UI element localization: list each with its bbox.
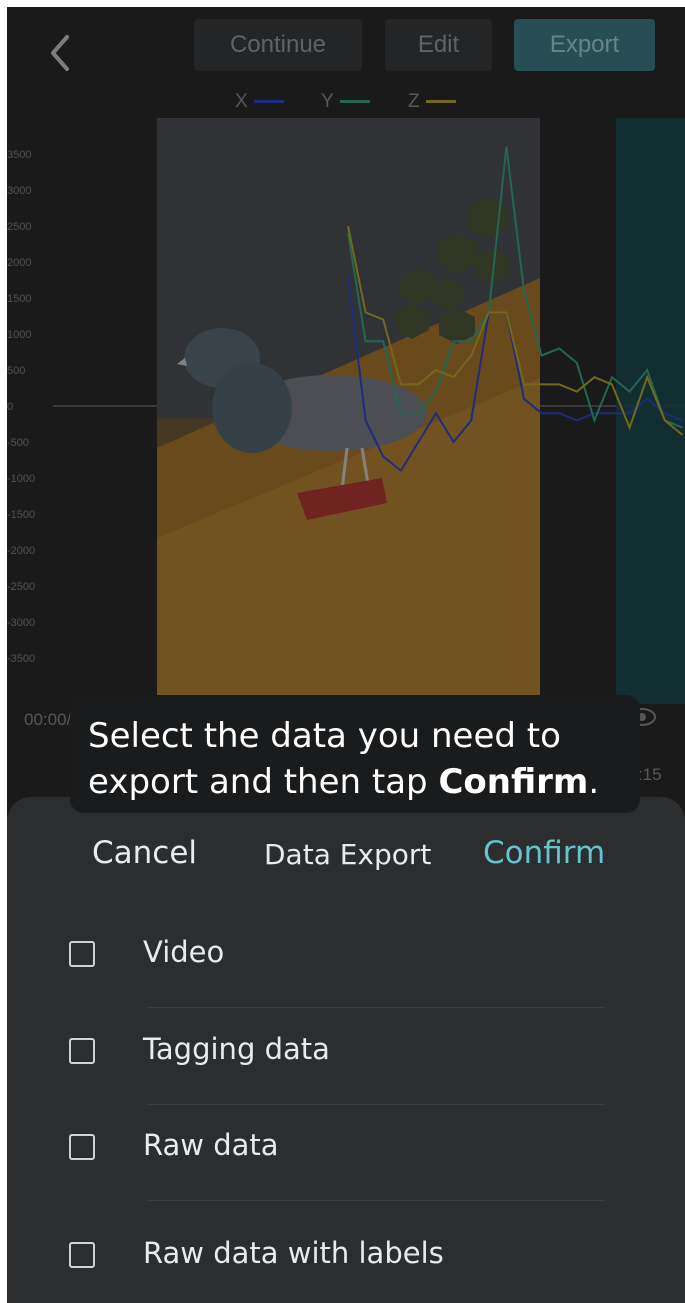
option-label: Raw data xyxy=(143,1128,279,1162)
video-checkbox[interactable] xyxy=(69,941,95,967)
divider xyxy=(147,1200,605,1201)
raw-data-with-labels-checkbox[interactable] xyxy=(69,1242,95,1268)
sheet-title: Data Export xyxy=(264,838,432,871)
cancel-button[interactable]: Cancel xyxy=(92,835,197,871)
raw-data-checkbox[interactable] xyxy=(69,1134,95,1160)
option-label: Video xyxy=(143,935,225,969)
option-label: Raw data with labels xyxy=(143,1236,444,1270)
tagging-data-checkbox[interactable] xyxy=(69,1038,95,1064)
tooltip-line-2: export and then tap Confirm. xyxy=(88,759,622,805)
data-export-sheet: Cancel Data Export Confirm Video Tagging… xyxy=(7,797,685,1303)
export-hint-tooltip: Select the data you need to export and t… xyxy=(70,695,640,813)
tooltip-line-2-suffix: . xyxy=(588,762,600,802)
screen: 3500 3000 2500 2000 1500 1000 500 0 -500 -1000 -15… xyxy=(7,7,685,1303)
option-raw-data-with-labels[interactable]: Raw data with labels xyxy=(69,1208,629,1303)
tooltip-line-1: Select the data you need to xyxy=(88,716,561,756)
tooltip-confirm-word: Confirm xyxy=(438,762,589,802)
option-label: Tagging data xyxy=(143,1032,330,1066)
option-tagging-data[interactable]: Tagging data xyxy=(69,1004,629,1100)
confirm-button[interactable]: Confirm xyxy=(483,835,605,871)
tooltip-line-2-prefix: export and then tap xyxy=(88,762,439,802)
option-video[interactable]: Video xyxy=(69,907,629,1003)
option-raw-data[interactable]: Raw data xyxy=(69,1100,629,1196)
